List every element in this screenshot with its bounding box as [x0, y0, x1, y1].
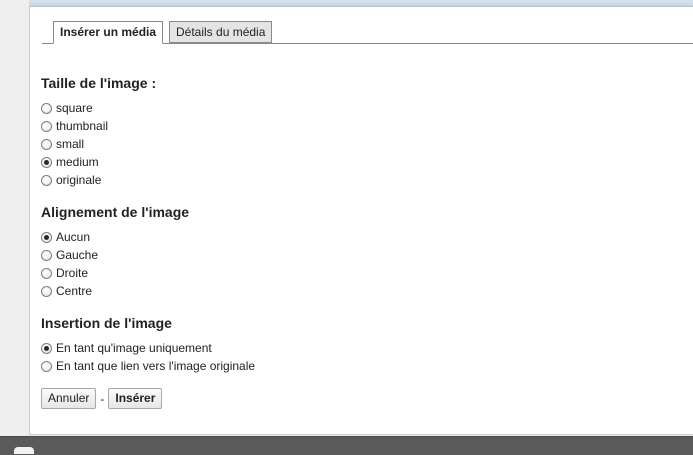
radio-gauche[interactable]	[41, 249, 52, 261]
radio-aucun[interactable]	[41, 231, 52, 243]
insert-option-label: En tant qu'image uniquement	[56, 341, 212, 355]
align-option-label: Centre	[56, 284, 93, 298]
left-gutter	[0, 0, 29, 436]
radio-small[interactable]	[41, 138, 52, 150]
tab-bar: Insérer un média Détails du média	[42, 21, 693, 44]
align-option-label: Gauche	[56, 248, 99, 262]
radio-link-original[interactable]	[41, 360, 52, 372]
radio-thumbnail[interactable]	[41, 120, 52, 132]
bottom-bar	[0, 436, 693, 455]
radio-image-only[interactable]	[41, 342, 52, 354]
align-option-centre[interactable]: Centre	[41, 282, 98, 300]
action-separator: -	[100, 391, 105, 406]
tab-insert-media[interactable]: Insérer un média	[53, 21, 164, 44]
insert-button[interactable]: Insérer	[108, 388, 163, 409]
size-option-label: thumbnail	[56, 119, 109, 133]
size-option-label: medium	[56, 155, 99, 169]
insertion-section-title: Insertion de l'image	[41, 315, 172, 331]
radio-originale[interactable]	[41, 174, 52, 186]
size-option-originale[interactable]: originale	[41, 171, 108, 189]
size-option-thumbnail[interactable]: thumbnail	[41, 117, 108, 135]
corner-tab	[14, 447, 34, 454]
radio-medium[interactable]	[41, 156, 52, 168]
alignment-options: Aucun Gauche Droite Centre	[41, 228, 98, 300]
size-option-label: small	[56, 137, 85, 151]
insertion-options: En tant qu'image uniquement En tant que …	[41, 339, 255, 375]
tab-media-details[interactable]: Détails du média	[169, 21, 273, 43]
align-option-droite[interactable]: Droite	[41, 264, 98, 282]
cancel-button[interactable]: Annuler	[41, 388, 97, 409]
insert-option-image-only[interactable]: En tant qu'image uniquement	[41, 339, 255, 357]
align-option-label: Aucun	[56, 230, 91, 244]
size-option-square[interactable]: square	[41, 99, 108, 117]
radio-centre[interactable]	[41, 285, 52, 297]
alignment-section-title: Alignement de l'image	[41, 204, 190, 220]
top-strip	[0, 0, 693, 7]
size-option-medium[interactable]: medium	[41, 153, 108, 171]
insert-option-link-original[interactable]: En tant que lien vers l'image originale	[41, 357, 255, 375]
size-option-label: square	[56, 101, 93, 115]
align-option-gauche[interactable]: Gauche	[41, 246, 98, 264]
size-option-small[interactable]: small	[41, 135, 108, 153]
align-option-label: Droite	[56, 266, 89, 280]
media-panel: Insérer un média Détails du média Taille…	[29, 7, 693, 435]
size-section-title: Taille de l'image :	[41, 75, 157, 91]
radio-droite[interactable]	[41, 267, 52, 279]
size-options: square thumbnail small medium originale	[41, 99, 108, 189]
align-option-aucun[interactable]: Aucun	[41, 228, 98, 246]
radio-square[interactable]	[41, 102, 52, 114]
action-bar: Annuler - Insérer	[41, 388, 163, 409]
size-option-label: originale	[56, 173, 102, 187]
insert-option-label: En tant que lien vers l'image originale	[56, 359, 256, 373]
